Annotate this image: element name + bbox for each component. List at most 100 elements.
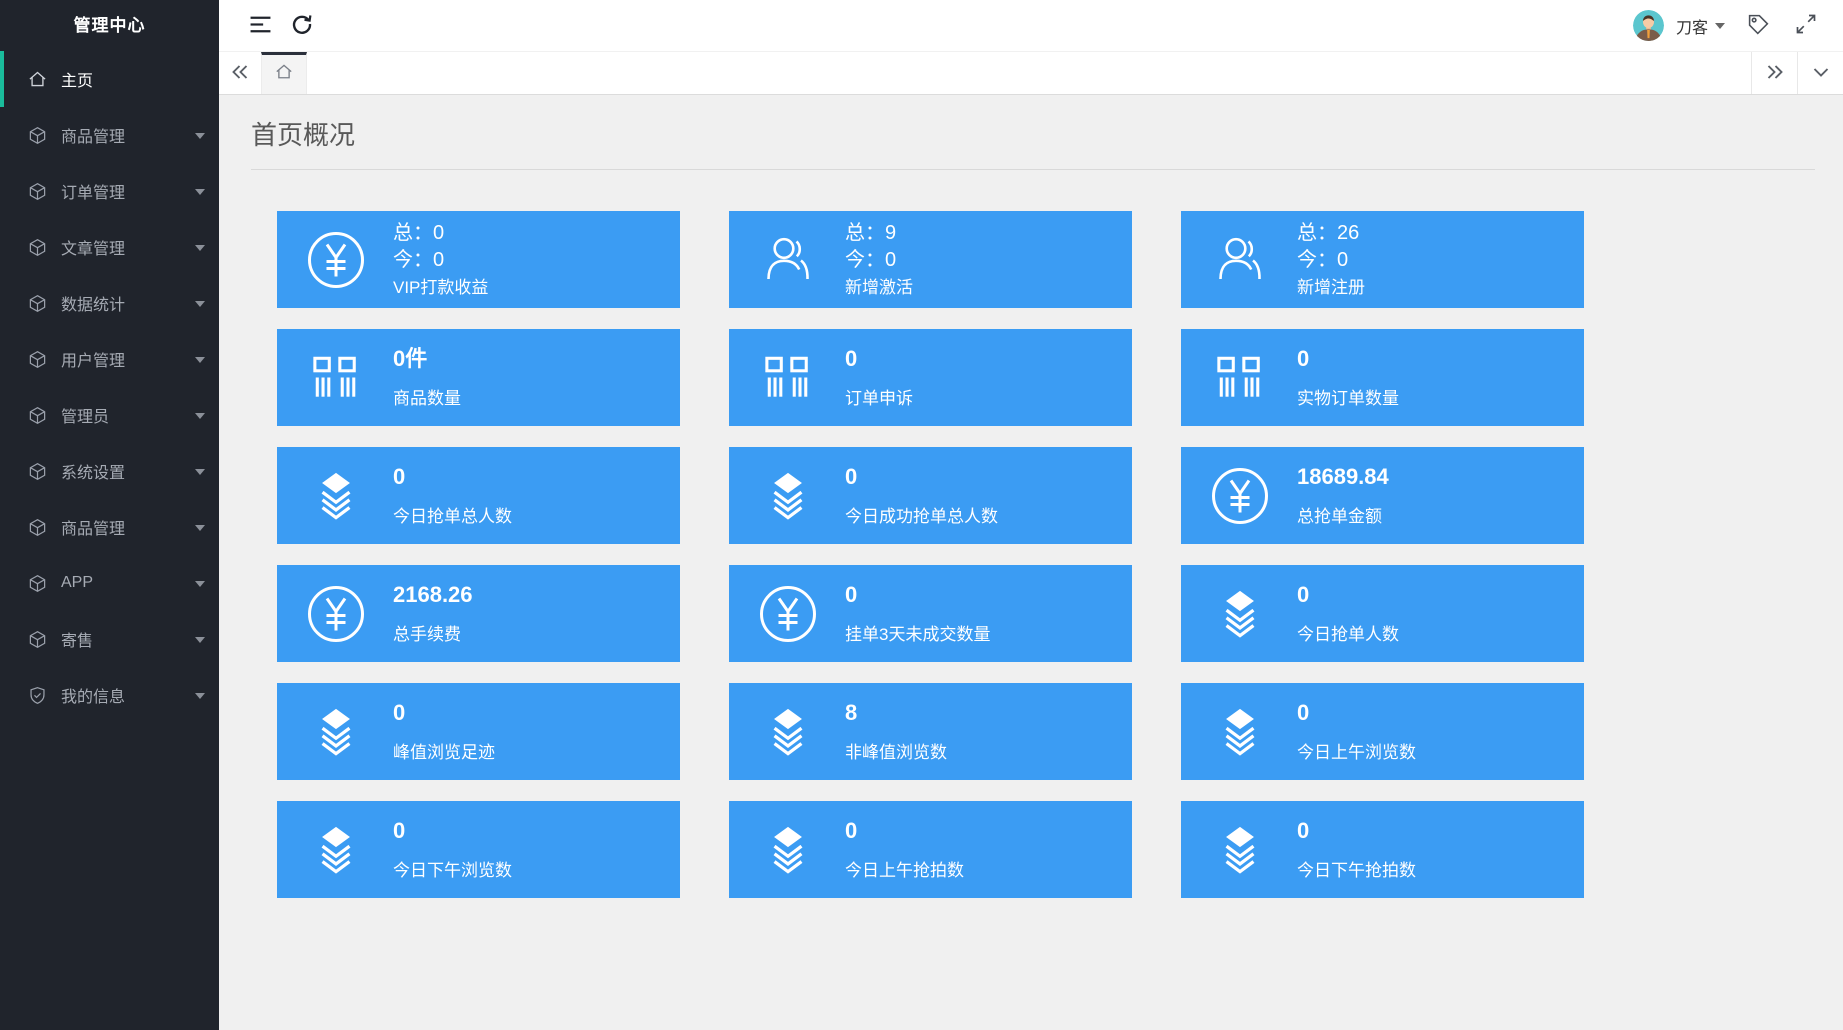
stat-card-label: 今日上午浏览数 — [1297, 742, 1416, 764]
home-icon — [27, 69, 47, 89]
sidebar-item-app[interactable]: APP — [0, 555, 219, 611]
stat-card-1: 总：9今：0新增激活 — [729, 211, 1132, 308]
stat-card-value: 0 — [393, 700, 495, 726]
topbar: 刀客 — [219, 0, 1843, 52]
sidebar-item-article-management[interactable]: 文章管理 — [0, 219, 219, 275]
avatar[interactable] — [1633, 10, 1664, 41]
user-name: 刀客 — [1676, 14, 1708, 38]
chevron-down-icon — [195, 525, 205, 531]
sidebar-item-label: 我的信息 — [61, 683, 125, 707]
topbar-right: 刀客 — [1633, 5, 1843, 47]
sidebar-item-label: 数据统计 — [61, 291, 125, 315]
stat-card-7: 0今日成功抢单总人数 — [729, 447, 1132, 544]
sidebar-item-product-management[interactable]: 商品管理 — [0, 107, 219, 163]
sidebar-item-data-statistics[interactable]: 数据统计 — [0, 275, 219, 331]
chevron-down-icon — [195, 413, 205, 419]
sidebar-item-system-settings[interactable]: 系统设置 — [0, 443, 219, 499]
stat-card-value: 8 — [845, 700, 947, 726]
stat-card-label: 总抢单金额 — [1297, 506, 1389, 528]
stat-card-5: 0实物订单数量 — [1181, 329, 1584, 426]
tag-button[interactable] — [1737, 5, 1779, 47]
stat-card-body: 总：26今：0新增注册 — [1297, 220, 1365, 299]
layers-icon — [755, 471, 821, 521]
cube-icon — [27, 125, 47, 145]
app-title: 管理中心 — [0, 0, 219, 51]
stat-card-14: 0 今日上午浏览数 — [1181, 683, 1584, 780]
stat-card-label: 总手续费 — [393, 624, 473, 646]
stat-card-body: 0实物订单数量 — [1297, 346, 1399, 410]
cube-icon — [27, 237, 47, 257]
content-area: 首页概况 总：0今：0VIP打款收益 总：9今：0新增激活 总：26今：0新增注册 0… — [219, 95, 1843, 1030]
tab-home[interactable] — [261, 52, 307, 94]
main-column: 刀客 — [219, 0, 1843, 1030]
sidebar-item-administrator[interactable]: 管理员 — [0, 387, 219, 443]
stat-card-body: 0今日上午抢拍数 — [845, 818, 964, 882]
stat-card-4: 0订单申诉 — [729, 329, 1132, 426]
stat-card-2: 总：26今：0新增注册 — [1181, 211, 1584, 308]
stat-card-body: 0 今日下午抢拍数 — [1297, 818, 1416, 882]
chevron-down-icon — [1810, 61, 1832, 86]
tag-icon — [1747, 13, 1770, 39]
user-menu[interactable]: 刀客 — [1670, 14, 1731, 38]
stat-card-value: 0 — [1297, 818, 1416, 844]
stat-card-body: 8非峰值浏览数 — [845, 700, 947, 764]
chevron-down-icon — [195, 581, 205, 587]
sidebar-item-label: 订单管理 — [61, 179, 125, 203]
chevron-down-icon — [195, 693, 205, 699]
tabs-scroll-left-button[interactable] — [219, 52, 261, 94]
tabbar — [219, 52, 1843, 95]
stat-card-label: 今日抢单人数 — [1297, 624, 1399, 646]
chevron-down-icon — [195, 189, 205, 195]
stat-card-16: 0今日上午抢拍数 — [729, 801, 1132, 898]
yen-icon — [303, 585, 369, 643]
sidebar-item-label: APP — [61, 574, 93, 592]
sidebar-menu: 主页商品管理订单管理文章管理数据统计用户管理管理员系统设置商品管理APP寄售我的… — [0, 51, 219, 723]
stat-card-body: 0挂单3天未成交数量 — [845, 582, 990, 646]
sidebar-item-label: 主页 — [61, 67, 93, 91]
stat-card-6: 0今日抢单总人数 — [277, 447, 680, 544]
refresh-button[interactable] — [281, 5, 323, 47]
stat-card-17: 0 今日下午抢拍数 — [1181, 801, 1584, 898]
stat-card-value-line: 总：0 — [393, 220, 488, 247]
sidebar-item-user-management[interactable]: 用户管理 — [0, 331, 219, 387]
cube-icon — [27, 349, 47, 369]
layers-icon — [303, 471, 369, 521]
grid-icon — [1207, 355, 1273, 400]
tabs-scroll-right-button[interactable] — [1751, 52, 1797, 94]
sidebar-item-consignment[interactable]: 寄售 — [0, 611, 219, 667]
yen-icon — [1207, 467, 1273, 525]
layers-icon — [1207, 707, 1273, 757]
double-chevron-right-icon — [1764, 61, 1786, 86]
stat-card-label: 挂单3天未成交数量 — [845, 624, 990, 646]
chevron-down-icon — [195, 357, 205, 363]
grid-icon — [755, 355, 821, 400]
grid-icon — [303, 355, 369, 400]
page-title: 首页概况 — [251, 115, 1815, 170]
fullscreen-button[interactable] — [1785, 5, 1827, 47]
stat-card-value: 0 — [1297, 700, 1416, 726]
tabs-menu-button[interactable] — [1797, 52, 1843, 94]
layers-icon — [1207, 825, 1273, 875]
stat-card-body: 总：0今：0VIP打款收益 — [393, 220, 488, 299]
stat-card-body: 18689.84总抢单金额 — [1297, 464, 1389, 528]
sidebar-item-product-management-2[interactable]: 商品管理 — [0, 499, 219, 555]
stat-card-value: 0 — [845, 346, 913, 372]
stat-card-label: 峰值浏览足迹 — [393, 742, 495, 764]
sidebar-item-label: 寄售 — [61, 627, 93, 651]
stat-card-8: 18689.84总抢单金额 — [1181, 447, 1584, 544]
collapse-menu-button[interactable] — [239, 5, 281, 47]
stat-card-value: 0 — [845, 818, 964, 844]
stat-card-label: 今日下午抢拍数 — [1297, 860, 1416, 882]
topbar-left — [219, 5, 323, 47]
sidebar-item-label: 商品管理 — [61, 123, 125, 147]
sidebar-item-order-management[interactable]: 订单管理 — [0, 163, 219, 219]
stat-card-body: 0订单申诉 — [845, 346, 913, 410]
shield-icon — [27, 685, 47, 705]
fullscreen-icon — [1795, 13, 1817, 38]
sidebar-item-my-info[interactable]: 我的信息 — [0, 667, 219, 723]
sidebar-item-home[interactable]: 主页 — [0, 51, 219, 107]
stat-card-15: 0今日下午浏览数 — [277, 801, 680, 898]
chevron-down-icon — [195, 301, 205, 307]
sidebar-item-label: 商品管理 — [61, 515, 125, 539]
cube-icon — [27, 405, 47, 425]
